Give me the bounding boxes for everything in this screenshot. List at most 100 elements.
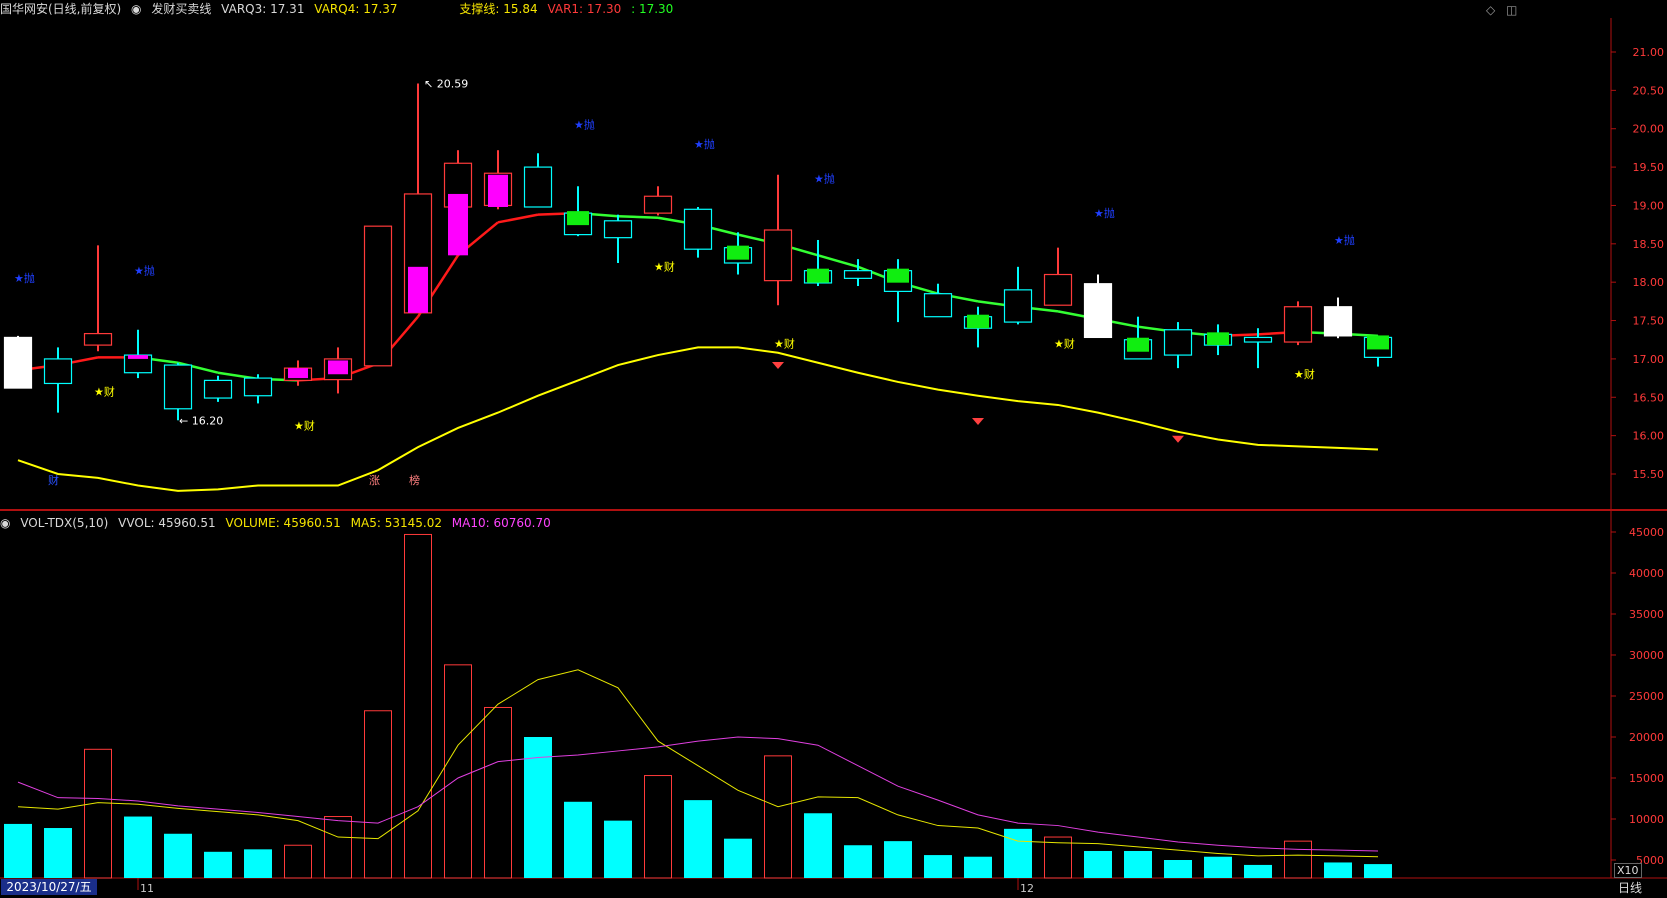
volume-bar <box>44 828 72 878</box>
volume-axis-label: 10000 <box>1629 813 1664 826</box>
sell-signal-mark: ★抛 <box>1094 206 1115 220</box>
signal-box-magenta <box>408 266 428 313</box>
volume-bar <box>244 849 272 878</box>
signal-box <box>567 211 589 226</box>
candle-body <box>523 166 553 208</box>
volume-bars <box>4 533 1392 879</box>
price-axis-label: 16.50 <box>1633 391 1665 404</box>
bang-mark: 榜 <box>409 473 420 487</box>
volume-bar <box>964 856 992 878</box>
signal-box-magenta <box>288 368 308 379</box>
price-axis-label: 20.00 <box>1633 123 1665 136</box>
volume-bar <box>844 845 872 878</box>
volume-bar <box>684 800 712 878</box>
volume-bar <box>324 816 352 879</box>
buy-signal-mark: ★财 <box>774 336 795 350</box>
signal-box-magenta <box>128 355 148 359</box>
buy-signal-mark: ★财 <box>1054 336 1075 350</box>
signal-box-magenta <box>488 174 508 207</box>
price-axis-label: 18.00 <box>1633 276 1665 289</box>
zoom-label[interactable]: X10 <box>1614 863 1642 878</box>
cursor-date-label: 2023/10/27/五 <box>1 879 97 895</box>
volume-bar <box>884 841 912 878</box>
sell-signal-mark: ★抛 <box>14 271 35 285</box>
price-axis-label: 17.00 <box>1633 353 1665 366</box>
volume-axis: 45000 40000 35000 30000 25000 20000 15000 10000… <box>1611 526 1664 867</box>
month-label: 11 <box>140 882 154 895</box>
volume-bar <box>1084 850 1112 878</box>
warning-icon <box>972 418 984 426</box>
volume-bar <box>1324 862 1352 878</box>
candle-body <box>1003 289 1033 323</box>
candle-body <box>923 293 953 318</box>
volume-bar <box>84 748 112 879</box>
volume-bar <box>124 816 152 878</box>
signal-box-magenta <box>448 193 468 256</box>
volume-axis-label: 15000 <box>1629 772 1664 785</box>
volume-bar <box>724 838 752 878</box>
volume-bar <box>1124 850 1152 878</box>
signal-box <box>807 268 829 283</box>
buy-signal-mark: ★财 <box>654 260 675 274</box>
volume-bar <box>764 755 792 879</box>
sell-signal-mark: ★抛 <box>694 137 715 151</box>
price-axis-label: 19.50 <box>1633 161 1665 174</box>
candlesticks <box>3 83 1393 421</box>
price-axis-label: 18.50 <box>1633 238 1665 251</box>
sell-signal-mark: ★抛 <box>134 264 155 278</box>
signal-box <box>1207 332 1229 346</box>
candle-body <box>1163 329 1193 356</box>
volume-bar <box>924 855 952 878</box>
candle-body <box>1043 273 1073 306</box>
candle-body <box>83 332 113 346</box>
volume-bar <box>284 844 312 879</box>
volume-bar <box>484 706 512 879</box>
buy-signal-mark: ★财 <box>1294 367 1315 381</box>
month-label: 12 <box>1020 882 1034 895</box>
kline-chart[interactable]: 21.00 20.50 20.00 19.50 19.00 18.50 18.00 17.50… <box>0 0 1667 898</box>
candle-body <box>243 377 273 397</box>
volume-bar <box>1204 856 1232 878</box>
volume-axis-label: 20000 <box>1629 731 1664 744</box>
sell-signal-mark: ★抛 <box>814 171 835 185</box>
volume-axis-label: 40000 <box>1629 567 1664 580</box>
signal-box <box>967 314 989 329</box>
price-axis-label: 16.00 <box>1633 430 1665 443</box>
candle-body <box>203 379 233 399</box>
price-axis-label: 21.00 <box>1633 46 1665 59</box>
volume-axis-label: 45000 <box>1629 526 1664 539</box>
candle-body <box>683 208 713 250</box>
candle-body <box>843 270 873 279</box>
volume-bar <box>404 533 432 879</box>
volume-axis-label: 35000 <box>1629 608 1664 621</box>
price-axis: 21.00 20.50 20.00 19.50 19.00 18.50 18.00 17.50… <box>1611 46 1664 481</box>
volume-bar <box>1284 840 1312 879</box>
volume-bar <box>564 801 592 878</box>
price-axis-label: 19.00 <box>1633 199 1665 212</box>
trend-line-segment <box>817 254 859 269</box>
candle-body <box>1323 306 1353 337</box>
candle-body <box>43 358 73 385</box>
zhang-mark: 涨 <box>369 474 380 487</box>
price-axis-label: 17.50 <box>1633 315 1665 328</box>
volume-bar <box>4 823 32 878</box>
candle-body <box>3 336 33 389</box>
candle-body <box>163 364 193 410</box>
cai-mark: 财 <box>48 473 59 487</box>
sell-signal-mark: ★抛 <box>574 118 595 132</box>
signal-box <box>1367 335 1389 350</box>
candle-body <box>363 225 393 367</box>
chart-grid <box>0 18 1667 879</box>
period-label[interactable]: 日线 <box>1618 879 1642 896</box>
high-price-label: ↖ 20.59 <box>424 77 468 90</box>
signal-box <box>727 245 749 260</box>
price-axis-label: 15.50 <box>1633 468 1665 481</box>
candle-body <box>763 229 793 282</box>
candle-body <box>603 220 633 239</box>
signal-box <box>1127 337 1149 352</box>
volume-bar <box>1004 828 1032 878</box>
buy-signal-mark: ★财 <box>294 418 315 432</box>
candle-body <box>1083 283 1113 339</box>
price-axis-label: 20.50 <box>1633 84 1665 97</box>
warning-icon <box>772 362 784 370</box>
